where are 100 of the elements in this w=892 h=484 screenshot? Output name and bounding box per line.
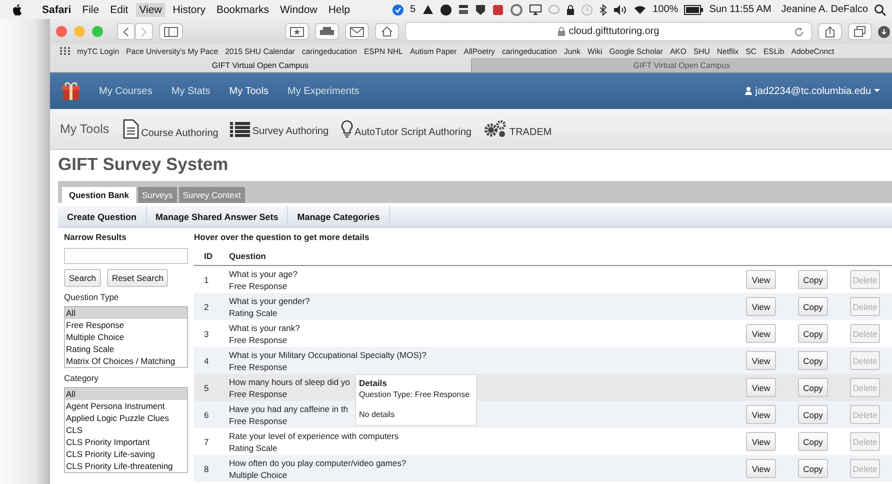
bookmark-button[interactable]	[285, 23, 309, 40]
document-icon	[123, 119, 140, 139]
user-name[interactable]: Jeanine A. DeFalco	[781, 4, 868, 15]
question-text: What is your gender?	[229, 296, 310, 306]
row-button[interactable]: View	[746, 297, 776, 316]
ring-icon[interactable]	[510, 4, 523, 16]
list-option[interactable]: CLS	[65, 424, 187, 436]
row-button[interactable]: Copy	[798, 378, 828, 397]
share-button[interactable]	[818, 23, 842, 40]
row-button[interactable]: Copy	[798, 297, 828, 316]
row-button[interactable]: Copy	[798, 405, 828, 424]
menu-item[interactable]: History	[170, 2, 208, 16]
row-button[interactable]: View	[746, 378, 776, 397]
mail-button[interactable]	[345, 23, 369, 40]
row-button[interactable]: View	[746, 432, 776, 451]
list-option[interactable]: Matrix Of Choices / Matching	[65, 355, 187, 367]
browser-tab[interactable]: GIFT Virtual Open Campus	[470, 58, 892, 72]
list-box[interactable]: All Free Response Multiple Choice Rating Scale Matrix Of Choices / Matching	[64, 306, 188, 368]
print-button[interactable]	[315, 23, 339, 40]
tool-link[interactable]: AutoTutor Script Authoring	[340, 120, 472, 138]
circle-icon[interactable]	[440, 4, 452, 16]
menu-item[interactable]: Help	[325, 2, 353, 16]
apple-icon[interactable]	[12, 4, 23, 16]
list-option[interactable]: Agent Persona Instrument	[65, 400, 187, 412]
search-icon[interactable]	[874, 4, 886, 16]
action-tab[interactable]: Manage Categories	[288, 206, 390, 227]
table-hint: Hover over the question to get more details	[194, 232, 370, 242]
menu-item[interactable]: File	[79, 2, 102, 16]
list-option[interactable]: Rating Scale	[65, 343, 187, 355]
row-button[interactable]: Copy	[798, 432, 828, 451]
share-icon	[825, 26, 835, 38]
row-button[interactable]: View	[746, 459, 776, 478]
app-menu[interactable]: Safari	[42, 4, 72, 16]
address-field[interactable]: cloud.gifttutoring.org	[405, 22, 812, 41]
list-option[interactable]: CLS Priority Important	[65, 436, 187, 448]
tool-link[interactable]: Course Authoring	[123, 119, 218, 139]
menu-item[interactable]: Bookmarks	[213, 2, 272, 16]
list-option[interactable]: Multiple Choice	[65, 331, 187, 343]
list-box[interactable]: All Agent Persona Instrument Applied Logic Puzzle Clues CLS CLS Priority Important CLS Priority Life-saving CLS Priority Life-threatening	[64, 387, 188, 473]
nav-link[interactable]: My Experiments	[288, 86, 360, 96]
shield-icon[interactable]	[474, 4, 486, 16]
list-option[interactable]: Free Response	[65, 319, 187, 331]
tab[interactable]: Question Bank	[62, 187, 136, 203]
square-icon[interactable]	[492, 4, 504, 16]
row-button[interactable]: Copy	[798, 351, 828, 370]
list-option[interactable]: All	[65, 307, 187, 319]
tooltip-text: Question Type: Free Response	[359, 390, 471, 399]
sidebar-button[interactable]	[159, 23, 183, 40]
tabs-icon	[854, 26, 866, 37]
list-icon	[230, 122, 250, 136]
tool-link[interactable]: TRADEM	[483, 120, 552, 138]
row-button[interactable]: Copy	[798, 324, 828, 343]
id-cell-text: 6	[203, 410, 210, 420]
nav-link[interactable]: My Stats	[171, 86, 210, 96]
list-option[interactable]: CLS Priority Life-saving	[65, 448, 187, 460]
speaker-icon[interactable]	[612, 4, 627, 16]
grid-icon[interactable]	[60, 47, 70, 55]
row-button[interactable]: View	[746, 405, 776, 424]
row-button[interactable]: View	[746, 270, 776, 289]
lock-icon[interactable]	[566, 4, 575, 16]
wifi-icon[interactable]	[632, 4, 647, 15]
tooltip-text: No details	[359, 410, 396, 419]
battery-percent: 100%	[652, 4, 678, 15]
row-button[interactable]: Copy	[798, 270, 828, 289]
menu-item[interactable]: Window	[276, 2, 320, 16]
filter-button[interactable]: Reset Search	[106, 269, 168, 287]
menu-item[interactable]: View	[136, 2, 165, 16]
gift-icon[interactable]	[62, 81, 80, 101]
row-button[interactable]: View	[746, 324, 776, 343]
search-field[interactable]	[64, 248, 188, 264]
battery-icon[interactable]	[684, 4, 704, 14]
screen-icon[interactable]	[528, 4, 542, 16]
row-button[interactable]: Copy	[798, 459, 828, 478]
tabs-button[interactable]	[848, 23, 872, 40]
menu-clock[interactable]: Sun 11:55 AM	[709, 4, 772, 15]
list-option[interactable]: Applied Logic Puzzle Clues	[65, 412, 187, 424]
list-option[interactable]: All	[65, 388, 187, 400]
action-tab[interactable]: Manage Shared Answer Sets	[146, 206, 288, 227]
nav-link[interactable]: My Tools	[229, 86, 269, 96]
download-icon[interactable]	[878, 26, 890, 38]
tool-link[interactable]: Survey Authoring	[230, 122, 329, 136]
nav-link[interactable]: My Courses	[99, 86, 152, 96]
stack-icon[interactable]	[458, 4, 469, 15]
question-type: Rating Scale	[229, 308, 278, 318]
triangle-icon[interactable]	[422, 4, 434, 15]
question-text: How often do you play computer/video games?	[229, 458, 406, 468]
user-menu[interactable]: jad2234@tc.columbia.edu	[745, 86, 880, 96]
notification-icon[interactable]	[392, 4, 404, 16]
reload-icon[interactable]	[794, 26, 804, 36]
action-tab[interactable]: Create Question	[58, 206, 147, 227]
back-button[interactable]	[117, 23, 135, 40]
browser-tab[interactable]: GIFT Virtual Open Campus	[50, 58, 470, 72]
row-button[interactable]: View	[746, 351, 776, 370]
home-button[interactable]	[375, 23, 399, 40]
list-option[interactable]: CLS Priority Life-threatening	[65, 460, 187, 472]
bluetooth-icon[interactable]	[598, 4, 607, 16]
menu-item[interactable]: Edit	[107, 2, 132, 16]
chevron-right-icon	[141, 26, 147, 36]
question-text: What is your Military Occupational Specialty (MOS)?	[229, 350, 426, 360]
filter-button[interactable]: Search	[64, 269, 101, 287]
